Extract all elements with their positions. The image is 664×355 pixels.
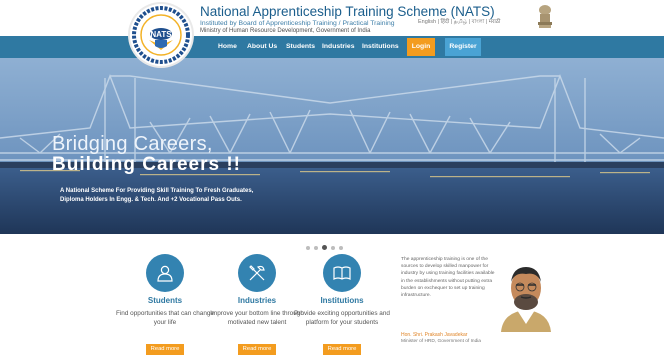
slider-dot-active[interactable] <box>322 245 327 251</box>
banner-headline-1: Bridging Careers, <box>52 133 213 155</box>
nav-students[interactable]: Students <box>286 36 315 58</box>
site-header: National Apprenticeship Training Scheme … <box>0 0 664 36</box>
institutions-card-title: Institutions <box>320 296 364 305</box>
logo-text: NATS <box>150 30 172 39</box>
institutions-card: Institutions Provide exciting opportunit… <box>287 254 397 355</box>
hero-banner: Bridging Careers, Building Careers !! A … <box>0 58 664 234</box>
nav-industries[interactable]: Industries <box>322 36 354 58</box>
nats-logo[interactable]: NATS <box>130 4 192 66</box>
login-button[interactable]: Login <box>407 38 435 56</box>
minister-portrait-image <box>497 252 555 332</box>
banner-headline-2: Building Careers !! <box>52 154 241 175</box>
nav-home[interactable]: Home <box>218 36 237 58</box>
book-icon <box>323 254 361 292</box>
slider-dot[interactable] <box>306 245 310 250</box>
industries-read-more-button[interactable]: Read more <box>238 344 276 355</box>
banner-tagline: A National Scheme For Providing Skill Tr… <box>60 187 253 204</box>
institutions-card-desc: Provide exciting opportunities and platf… <box>294 310 390 326</box>
nav-about-us[interactable]: About Us <box>247 36 277 58</box>
institutions-read-more-button[interactable]: Read more <box>323 344 361 355</box>
tools-icon <box>238 254 276 292</box>
student-icon <box>146 254 184 292</box>
register-button[interactable]: Register <box>445 38 481 56</box>
students-read-more-button[interactable]: Read more <box>146 344 184 355</box>
language-switcher[interactable]: English | हिंदी | தமிழ் | বাংলা | मराठी <box>418 17 500 27</box>
slider-dot[interactable] <box>339 245 343 250</box>
ministry-label: Ministry of Human Resource Development, … <box>200 28 371 34</box>
minister-name: Hon. Shri. Prakash Javadekar <box>401 332 468 338</box>
slider-dot[interactable] <box>314 245 318 250</box>
national-emblem-icon <box>538 5 552 28</box>
minister-role: Minister of HRD, Government of India <box>401 339 481 344</box>
main-nav: Home About Us Students Industries Instit… <box>0 36 664 58</box>
nav-institutions[interactable]: Institutions <box>362 36 399 58</box>
minister-quote: The apprenticeship training is one of th… <box>401 257 495 299</box>
banner-tagline-2: Diploma Holders In Engg. & Tech. And +2 … <box>60 196 242 203</box>
banner-tagline-1: A National Scheme For Providing Skill Tr… <box>60 188 254 194</box>
nats-logo-icon: NATS <box>132 6 190 64</box>
slider-dots <box>306 239 347 251</box>
slider-dot[interactable] <box>331 245 335 250</box>
